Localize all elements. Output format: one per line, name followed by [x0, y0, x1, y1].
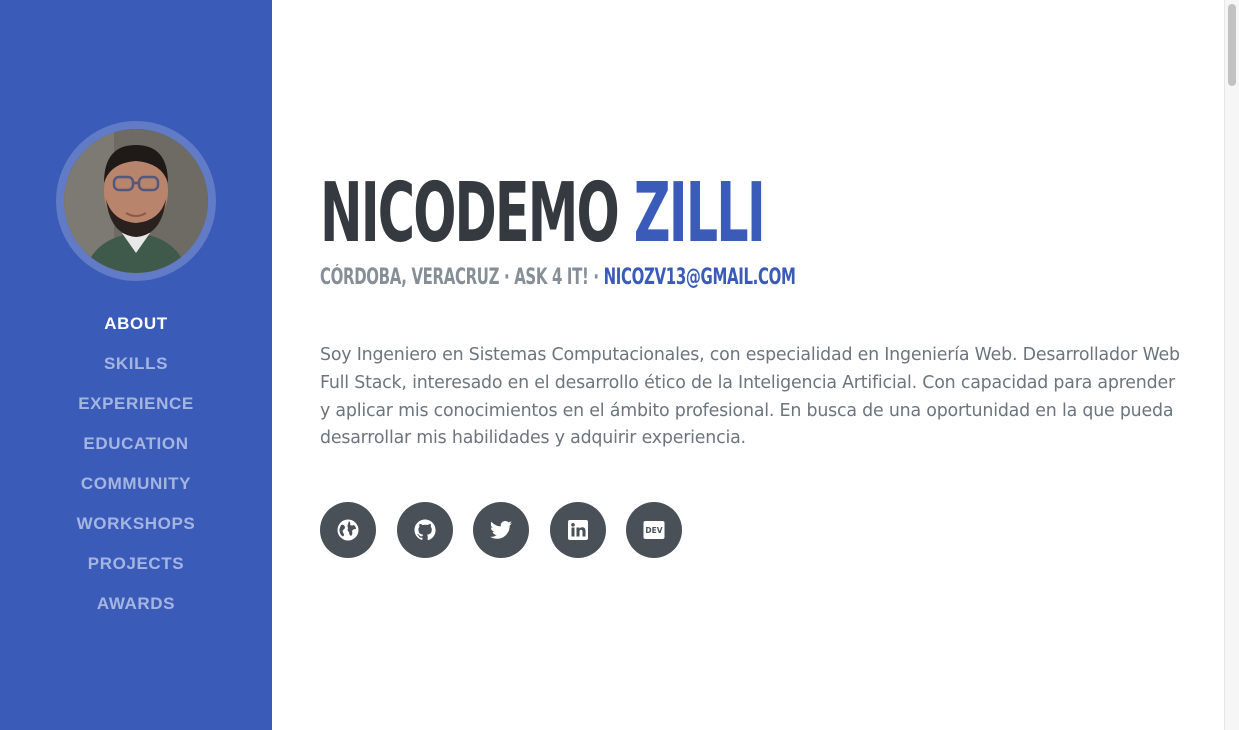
twitter-link[interactable] [473, 502, 529, 558]
nav-item-projects: PROJECTS [0, 544, 272, 584]
nav-link-projects[interactable]: PROJECTS [88, 554, 184, 574]
nav-item-skills: SKILLS [0, 344, 272, 384]
nav-link-experience[interactable]: EXPERIENCE [78, 394, 194, 414]
avatar [64, 129, 208, 273]
nav-item-experience: EXPERIENCE [0, 384, 272, 424]
scrollbar-thumb[interactable] [1228, 4, 1236, 86]
nav-item-education: EDUCATION [0, 424, 272, 464]
avatar-portrait [64, 129, 208, 273]
linkedin-link[interactable] [549, 502, 606, 558]
about-section: NICODEMO ZILLI CÓRDOBA, VERACRUZ · ASK 4… [320, 0, 1190, 730]
dev-icon: DEV [643, 521, 665, 539]
location-text: CÓRDOBA, VERACRUZ · ASK 4 IT! · [320, 265, 599, 290]
github-icon [414, 519, 436, 541]
contact-line: CÓRDOBA, VERACRUZ · ASK 4 IT! · NICOZV13… [320, 264, 796, 292]
nav-item-workshops: WORKSHOPS [0, 504, 272, 544]
page-scrollbar[interactable] [1224, 0, 1239, 730]
twitter-icon [490, 521, 512, 539]
bio-paragraph: Soy Ingeniero en Sistemas Computacionale… [320, 345, 1180, 449]
sidebar-nav: ABOUT SKILLS EXPERIENCE EDUCATION COMMUN… [0, 304, 272, 624]
website-link[interactable] [320, 502, 376, 558]
dev-icon-text: DEV [645, 526, 662, 535]
nav-link-about[interactable]: ABOUT [104, 314, 167, 334]
nav-link-workshops[interactable]: WORKSHOPS [77, 514, 196, 534]
avatar-frame [56, 121, 216, 281]
nav-item-awards: AWARDS [0, 584, 272, 624]
nav-item-community: COMMUNITY [0, 464, 272, 504]
nav-link-awards[interactable]: AWARDS [97, 594, 175, 614]
globe-icon [337, 519, 359, 541]
nav-link-community[interactable]: COMMUNITY [81, 474, 191, 494]
nav-link-education[interactable]: EDUCATION [83, 434, 188, 454]
email-link[interactable]: NICOZV13@GMAIL.COM [604, 265, 796, 290]
first-name: NICODEMO [320, 166, 620, 261]
social-icons: DEV [320, 502, 703, 558]
nav-link-skills[interactable]: SKILLS [104, 354, 168, 374]
linkedin-icon [567, 520, 588, 540]
sidebar: ABOUT SKILLS EXPERIENCE EDUCATION COMMUN… [0, 0, 272, 730]
nav-item-about: ABOUT [0, 304, 272, 344]
last-name: ZILLI [633, 166, 766, 261]
github-link[interactable] [396, 502, 453, 558]
dev-link[interactable]: DEV [626, 502, 682, 558]
page-title: NICODEMO ZILLI [320, 166, 766, 261]
